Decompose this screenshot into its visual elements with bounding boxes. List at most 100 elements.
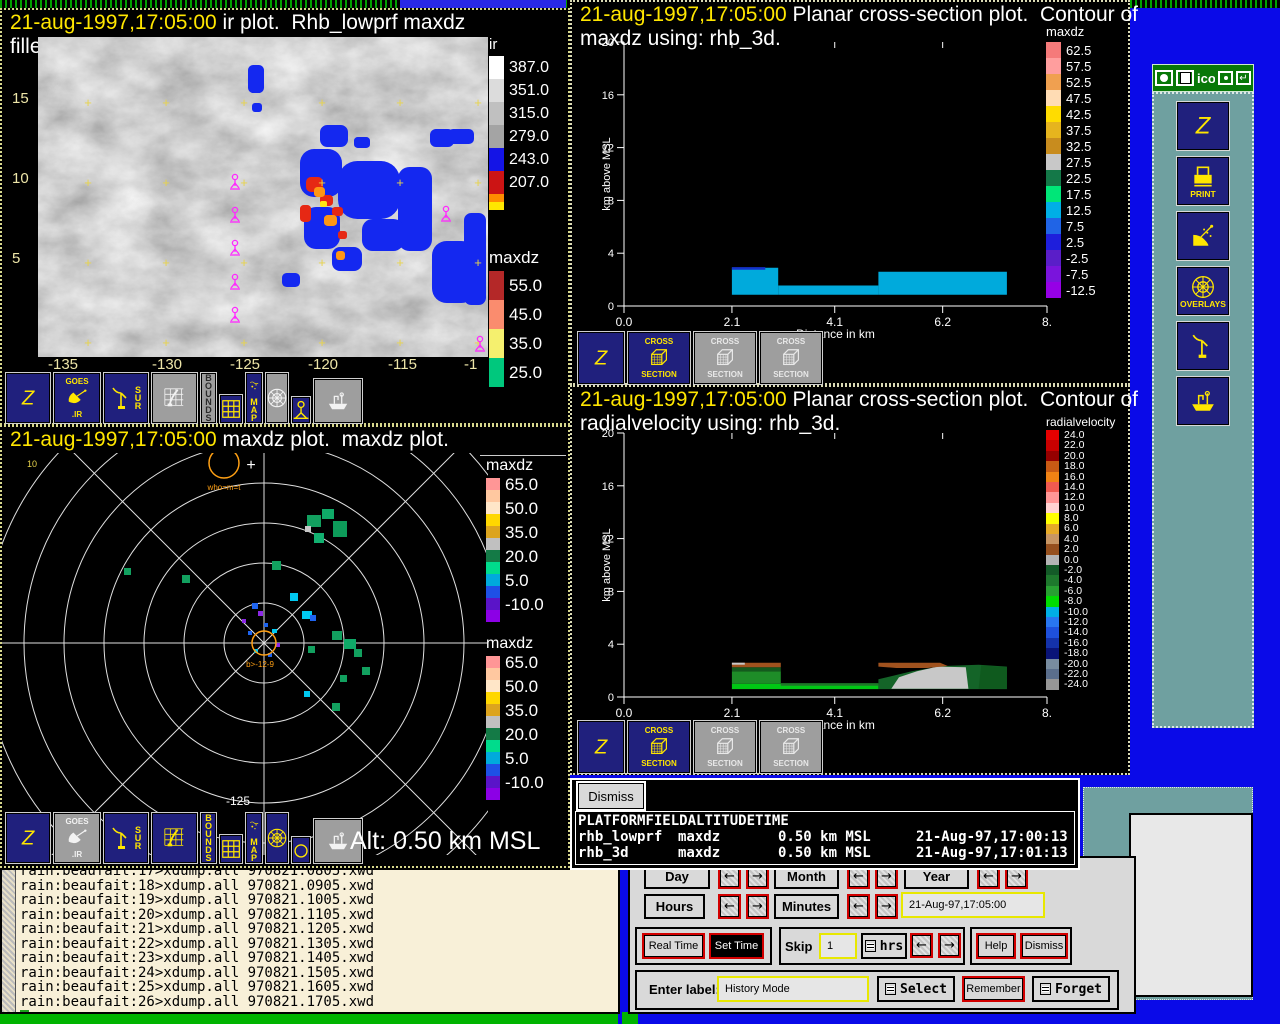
colorbar-rows: 387.0 351.0 315.0 279.0 243.0 207.0 <box>489 56 549 210</box>
decrement-arrow-button[interactable]: ← <box>847 894 870 919</box>
window-menu-button[interactable] <box>1155 70 1173 86</box>
title-timestamp: 21-aug-1997,17:05:00 <box>10 11 217 34</box>
toolbar-button[interactable] <box>578 332 624 384</box>
increment-arrow-button[interactable]: → <box>746 894 769 919</box>
toolbar-button[interactable]: CROSS SECTION <box>694 721 756 773</box>
window-iconify-button[interactable]: ↵ <box>1236 71 1251 85</box>
colorbar-label: 35.0 <box>505 700 539 720</box>
toolbar-button[interactable]: GOES .IR <box>54 813 100 863</box>
cross-section-plot[interactable]: 0 4 8 12 16 20 0.0 2.1 4.1 6.2 8. Distance in km km … <box>601 37 1102 341</box>
colorbar-row: -12.5 <box>1046 282 1096 298</box>
toolbar-button[interactable]: CROSS SECTION <box>628 332 690 384</box>
toolbar-button-icon <box>163 826 185 850</box>
svg-text:+: + <box>318 335 326 350</box>
toolbar-button[interactable]: MAP <box>246 813 262 863</box>
dock-icon-button[interactable] <box>1177 377 1229 425</box>
cross-section-plot[interactable]: 0 4 8 12 16 20 0.0 2.1 4.1 6.2 8. Distance in km km … <box>601 428 1102 732</box>
colorbar-label: 243.0 <box>509 150 550 168</box>
toolbar-button[interactable] <box>292 397 310 423</box>
dock-icon-button[interactable]: PRINT <box>1177 157 1229 205</box>
dock-icon-button[interactable] <box>1177 102 1229 150</box>
terminal-window[interactable]: rain:beaufait:17>xdump.all 970821.0805.x… <box>0 868 620 1014</box>
toolbar-button[interactable]: SUR <box>104 813 148 863</box>
colorbar-row: 35.0 <box>486 524 544 541</box>
skip-units-button[interactable]: hrs <box>861 933 907 959</box>
toolbar-button[interactable] <box>152 813 197 863</box>
toolbar-button[interactable] <box>266 373 288 423</box>
colorbar-swatch <box>486 574 500 586</box>
dock-icon-button[interactable] <box>1177 322 1229 370</box>
set-time-button[interactable]: Set Time <box>709 933 764 959</box>
window-ir-plot: 21-aug-1997,17:05:00 ir plot. Rhb_lowprf… <box>0 8 570 425</box>
toolbar-button-top-label: CROSS <box>776 726 806 735</box>
remember-button[interactable]: Remember <box>962 976 1025 1002</box>
toolbar-button[interactable]: CROSS SECTION <box>760 332 822 384</box>
colorbar-title: maxdz <box>489 248 540 267</box>
dock-icon-button[interactable]: OVERLAYS <box>1177 267 1229 315</box>
colorbar-label: -24.0 <box>1064 678 1088 691</box>
toolbar-button[interactable]: CROSS SECTION <box>628 721 690 773</box>
title-timestamp: 21-aug-1997,17:05:00 <box>580 388 787 411</box>
colorbar-swatch <box>1046 606 1059 618</box>
toolbar-button[interactable] <box>314 379 362 423</box>
toolbar-button[interactable]: SUR <box>104 373 148 423</box>
window-list-button[interactable] <box>1176 70 1194 86</box>
svg-text:+: + <box>396 255 404 270</box>
skip-value-field[interactable]: 1 <box>819 933 857 959</box>
decrement-arrow-button[interactable]: ← <box>718 894 741 919</box>
toolbar-button[interactable] <box>266 813 288 863</box>
toolbar-button[interactable]: GOES .IR <box>54 373 100 423</box>
forget-button[interactable]: Forget <box>1032 976 1110 1002</box>
colorbar-swatch <box>486 728 500 740</box>
help-button[interactable]: Help <box>976 933 1016 959</box>
label-field[interactable]: History Mode <box>717 976 869 1002</box>
toolbar-button-top-label: GOES <box>65 817 89 826</box>
colorbar-label: 57.5 <box>1066 58 1092 74</box>
window-minimize-button[interactable] <box>1218 71 1233 85</box>
time-unit-button[interactable]: Minutes <box>774 894 839 919</box>
svg-text:8.: 8. <box>1042 706 1052 720</box>
toolbar-button[interactable] <box>6 813 50 863</box>
terminal-scrollbar[interactable] <box>2 870 16 1012</box>
colorbar-row: 351.0 <box>489 79 549 102</box>
ir-overlay-svg: + + + + + ++ + + + + ++ + + + + ++ + + + + + <box>84 65 486 352</box>
select-button[interactable]: Select <box>877 976 955 1002</box>
colorbar-row: 243.0 <box>489 148 549 171</box>
toolbar-button[interactable] <box>578 721 624 773</box>
toolbar-button[interactable]: CROSS SECTION <box>694 332 756 384</box>
real-time-button[interactable]: Real Time <box>642 933 705 959</box>
svg-text:km above MSL: km above MSL <box>602 137 613 210</box>
toolbar-button[interactable]: CROSS SECTION <box>760 721 822 773</box>
y-axis-tick-label: 15 <box>12 90 29 107</box>
colorbar-swatch <box>489 125 504 148</box>
colorbar-label: 5.0 <box>505 748 529 768</box>
toolbar-button[interactable] <box>152 373 197 423</box>
colorbar-row: 45.0 <box>489 300 542 329</box>
toolbar-button-icon <box>17 826 39 850</box>
toolbar-button-bottom-label: SECTION <box>641 370 677 379</box>
colorbar-swatch <box>486 598 500 610</box>
time-field[interactable]: 21-Aug-97,17:05:00 <box>901 892 1045 918</box>
dismiss-button[interactable]: Dismiss <box>578 783 644 809</box>
toolbar-button[interactable]: MAP <box>246 373 262 423</box>
svg-text:6.2: 6.2 <box>934 706 951 720</box>
toolbar-button[interactable] <box>6 373 50 423</box>
empty-list-panel[interactable] <box>1129 813 1253 997</box>
increment-arrow-button[interactable]: → <box>875 894 898 919</box>
icon-dock-titlebar: icon ↵ <box>1152 64 1254 92</box>
toolbar-button[interactable] <box>220 395 242 423</box>
divider <box>480 455 566 456</box>
ir-satellite-image[interactable]: + + + + + + + + + + + + + + + + + + + + + + + + <box>38 37 488 357</box>
dock-icon-button[interactable] <box>1177 212 1229 260</box>
toolbar-button-icon <box>110 826 134 850</box>
toolbar-button[interactable]: BOUNDS <box>201 813 216 863</box>
toolbar-button[interactable] <box>220 835 242 863</box>
colorbar-swatch <box>1046 596 1059 607</box>
radar-ppi-plot[interactable]: who=m=t b>-12-9 + -125 10 <box>0 323 584 963</box>
colorbar-row: 7.5 <box>1046 218 1096 234</box>
dismiss-button[interactable]: Dismiss <box>1020 933 1068 959</box>
toolbar-button[interactable]: BOUNDS <box>201 373 216 423</box>
time-unit-button[interactable]: Hours <box>644 894 705 919</box>
toolbar-button[interactable] <box>292 837 310 863</box>
colorbar-rows: 55.0 45.0 35.0 25.0 <box>489 271 542 387</box>
